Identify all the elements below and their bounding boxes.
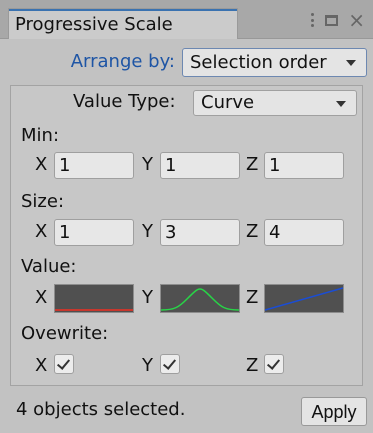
y-curve-field[interactable]	[160, 284, 240, 313]
menu-icon[interactable]	[311, 13, 315, 27]
size-z-label: Z	[246, 221, 259, 242]
window-tab[interactable]: Progressive Scale	[8, 8, 238, 39]
min-x-label: X	[35, 154, 48, 175]
window-title: Progressive Scale	[15, 14, 173, 35]
size-row: X 1 Y 3 Z 4	[11, 219, 364, 247]
check-icon	[162, 356, 177, 370]
overwrite-z-label: Z	[246, 355, 259, 376]
min-y-field[interactable]: 1	[160, 152, 240, 179]
size-y-field[interactable]: 3	[160, 219, 240, 246]
value-y-label: Y	[142, 287, 153, 308]
window-controls: ×	[311, 8, 365, 32]
window-tab-strip: Progressive Scale ×	[0, 0, 373, 39]
value-type-value: Curve	[201, 92, 255, 113]
min-row: X 1 Y 1 Z 1	[11, 152, 364, 180]
size-z-field[interactable]: 4	[264, 219, 344, 246]
overwrite-x-checkbox[interactable]	[54, 354, 74, 374]
overwrite-x-label: X	[35, 355, 48, 376]
overwrite-y-checkbox[interactable]	[160, 354, 180, 374]
progressive-scale-window: Progressive Scale × Arrange by: Selectio…	[0, 0, 373, 433]
value-x-label: X	[35, 287, 48, 308]
x-curve-field[interactable]	[54, 284, 134, 313]
min-label: Min:	[21, 125, 60, 146]
close-icon[interactable]: ×	[348, 10, 365, 30]
arrange-row: Arrange by: Selection order	[0, 48, 373, 78]
arrange-by-value: Selection order	[190, 52, 327, 73]
min-x-field[interactable]: 1	[54, 152, 134, 179]
check-icon	[56, 356, 71, 370]
size-label: Size:	[21, 191, 65, 212]
value-row: X Y Z	[11, 284, 364, 313]
overwrite-z-checkbox[interactable]	[264, 354, 284, 374]
z-curve-field[interactable]	[264, 284, 344, 313]
overwrite-row: X Y Z	[11, 353, 364, 381]
selection-status: 4 objects selected.	[16, 399, 186, 420]
footer: 4 objects selected. Apply	[0, 394, 373, 433]
overwrite-y-label: Y	[142, 355, 153, 376]
x-curve-graph	[55, 309, 133, 311]
size-x-label: X	[35, 221, 48, 242]
arrange-by-dropdown[interactable]: Selection order	[182, 48, 367, 77]
chevron-down-icon	[336, 101, 346, 107]
size-y-label: Y	[142, 221, 153, 242]
check-icon	[266, 356, 281, 370]
arrange-label: Arrange by:	[70, 51, 175, 72]
min-z-label: Z	[246, 154, 259, 175]
size-x-field[interactable]: 1	[54, 219, 134, 246]
value-type-label: Value Type:	[73, 91, 176, 112]
min-y-label: Y	[142, 154, 153, 175]
z-curve-graph	[265, 287, 343, 311]
apply-button[interactable]: Apply	[301, 397, 367, 426]
value-type-dropdown[interactable]: Curve	[193, 90, 357, 116]
value-label: Value:	[21, 256, 77, 277]
chevron-down-icon	[346, 60, 356, 66]
maximize-icon[interactable]	[325, 14, 339, 26]
settings-panel: Value Type: Curve Min: X 1 Y 1 Z 1 Size:…	[10, 85, 363, 386]
y-curve-graph	[161, 288, 239, 311]
value-z-label: Z	[246, 287, 259, 308]
overwrite-label: Ovewrite:	[21, 323, 109, 344]
min-z-field[interactable]: 1	[264, 152, 344, 179]
